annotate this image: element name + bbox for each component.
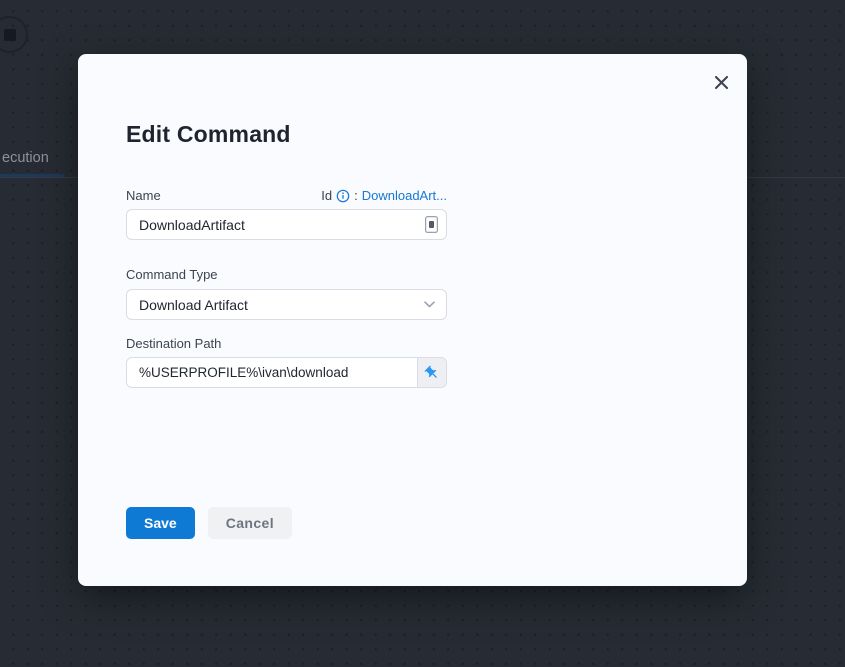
destination-path-group xyxy=(126,357,447,388)
name-input-wrap xyxy=(126,209,447,240)
destination-path-input[interactable] xyxy=(127,358,417,387)
close-button[interactable] xyxy=(709,70,733,94)
modal-title: Edit Command xyxy=(126,119,291,149)
active-tab-indicator xyxy=(0,174,64,177)
destination-path-label: Destination Path xyxy=(126,336,221,351)
modal-actions: Save Cancel xyxy=(126,507,292,539)
name-label-row: Name Id : DownloadArt... xyxy=(126,186,447,205)
info-icon xyxy=(336,189,350,203)
command-type-select[interactable]: Download Artifact xyxy=(126,289,447,320)
command-type-value: Download Artifact xyxy=(139,297,248,313)
name-label: Name xyxy=(126,188,161,203)
name-input[interactable] xyxy=(126,209,447,240)
chevron-down-icon xyxy=(424,301,435,308)
tab-execution-label: ecution xyxy=(2,150,49,166)
pin-button[interactable] xyxy=(417,358,446,387)
edit-command-modal: Edit Command Name Id : DownloadArt... xyxy=(78,54,747,586)
id-prefix-label: Id xyxy=(321,188,332,203)
cancel-button[interactable]: Cancel xyxy=(208,507,292,539)
close-icon xyxy=(714,75,729,90)
pin-icon xyxy=(421,361,444,384)
command-type-label: Command Type xyxy=(126,267,218,282)
save-button[interactable]: Save xyxy=(126,507,195,539)
stop-button[interactable] xyxy=(0,16,28,53)
id-separator: : xyxy=(354,188,358,203)
stop-icon xyxy=(4,29,16,41)
id-info-button[interactable] xyxy=(336,189,350,203)
command-id-line: Id : DownloadArt... xyxy=(321,188,447,203)
command-id-link[interactable]: DownloadArt... xyxy=(362,188,447,203)
